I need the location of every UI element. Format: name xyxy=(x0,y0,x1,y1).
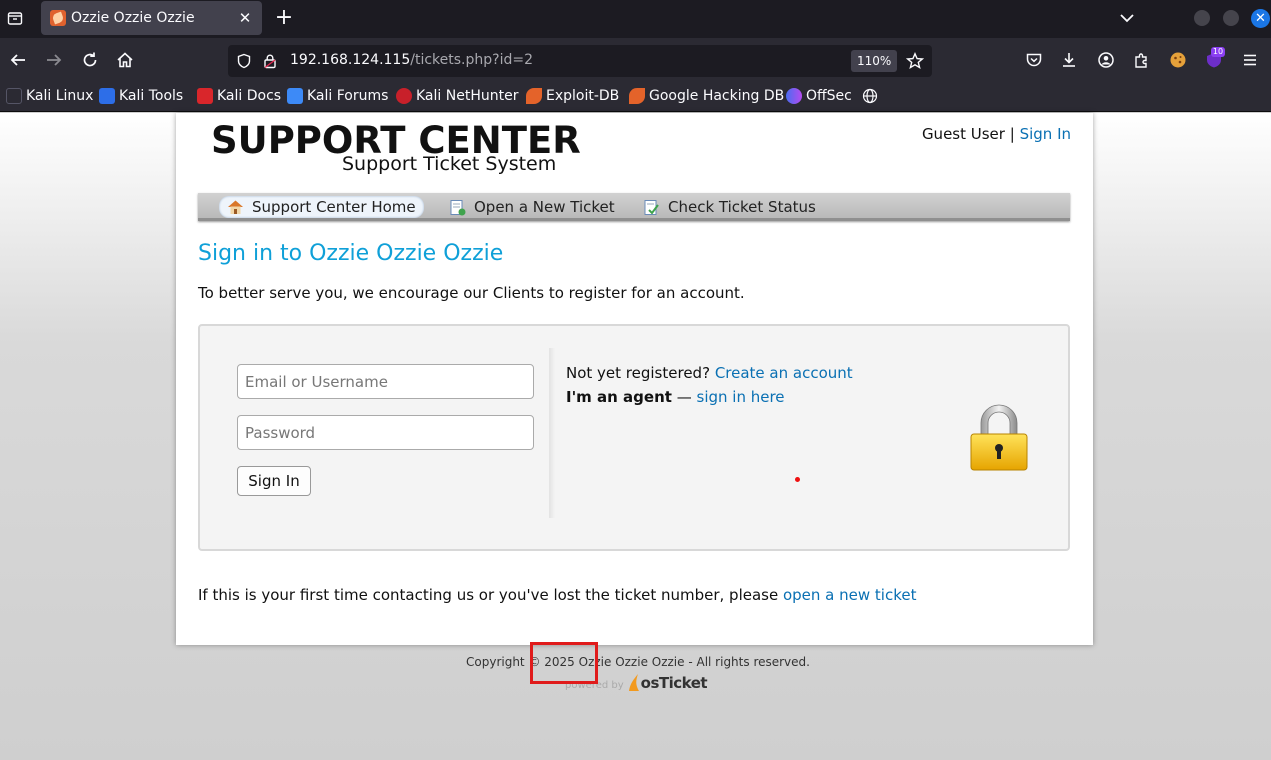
open-new-ticket-link[interactable]: open a new ticket xyxy=(783,586,917,604)
minimize-window-icon[interactable] xyxy=(1194,10,1210,26)
close-window-icon[interactable]: ✕ xyxy=(1251,9,1270,28)
sign-in-button[interactable]: Sign In xyxy=(237,466,311,496)
tab-bar: Ozzie Ozzie Ozzie ✕ + ✕ xyxy=(0,0,1271,38)
user-info: Guest User | Sign In xyxy=(922,125,1071,143)
extension-count-badge: 10 xyxy=(1211,47,1225,57)
url-host: 192.168.124.115 xyxy=(290,52,411,68)
new-ticket-icon xyxy=(450,199,466,215)
close-tab-icon[interactable]: ✕ xyxy=(236,9,254,27)
nav-open-new-ticket[interactable]: Open a New Ticket xyxy=(441,196,623,218)
hamburger-menu-icon[interactable] xyxy=(1240,50,1260,70)
page-container: SUPPORT CENTER Support Ticket System Gue… xyxy=(176,113,1093,645)
chevron-down-icon[interactable] xyxy=(1117,8,1137,28)
page-viewport: SUPPORT CENTER Support Ticket System Gue… xyxy=(0,113,1271,760)
create-account-link[interactable]: Create an account xyxy=(715,364,853,382)
intro-text: To better serve you, we encourage our Cl… xyxy=(198,284,745,302)
forward-icon[interactable] xyxy=(44,50,64,70)
first-time-note: If this is your first time contacting us… xyxy=(198,586,917,604)
bookmark-kali-forums[interactable]: Kali Forums xyxy=(287,88,388,104)
divider xyxy=(549,348,555,518)
username-input[interactable] xyxy=(237,364,534,399)
bookmark-kali-linux[interactable]: Kali Linux xyxy=(6,88,93,104)
navigation-toolbar: 192.168.124.115/tickets.php?id=2 110% 10 xyxy=(0,38,1271,83)
main-nav: Support Center Home Open a New Ticket Ch… xyxy=(198,193,1070,221)
home-icon[interactable] xyxy=(115,50,135,70)
bookmark-globe[interactable] xyxy=(862,88,878,104)
agent-sign-in-link[interactable]: sign in here xyxy=(697,388,785,406)
separator: | xyxy=(1009,125,1015,143)
login-box: Sign In Not yet registered? Create an ac… xyxy=(198,324,1070,551)
agent-label: I'm an agent xyxy=(566,388,672,406)
bookmark-offsec[interactable]: OffSec xyxy=(786,88,852,104)
address-bar[interactable]: 192.168.124.115/tickets.php?id=2 110% xyxy=(228,45,932,77)
globe-icon xyxy=(862,88,878,104)
ticket-status-icon xyxy=(644,199,659,215)
tab-title: Ozzie Ozzie Ozzie xyxy=(71,10,195,26)
guest-user-label: Guest User xyxy=(921,125,1005,143)
copyright-text: Copyright © 2025 Ozzie Ozzie Ozzie - All… xyxy=(466,655,810,669)
register-line: Not yet registered? Create an account xyxy=(566,364,853,382)
browser-tab[interactable]: Ozzie Ozzie Ozzie ✕ xyxy=(41,1,262,35)
reload-icon[interactable] xyxy=(80,50,100,70)
extensions-puzzle-icon[interactable] xyxy=(1132,50,1152,70)
bookmarks-toolbar: Kali Linux Kali Tools Kali Docs Kali For… xyxy=(0,83,1271,112)
ghdb-icon xyxy=(629,88,645,104)
url-path: /tickets.php?id=2 xyxy=(410,52,533,68)
tab-list-icon[interactable] xyxy=(4,7,26,29)
new-tab-icon[interactable]: + xyxy=(274,7,294,29)
lock-icon[interactable] xyxy=(260,51,280,71)
bookmark-exploit-db[interactable]: Exploit-DB xyxy=(526,88,619,104)
osticket-brand: osTicket xyxy=(640,674,708,692)
offsec-icon xyxy=(786,88,802,104)
cursor-marker xyxy=(795,477,800,482)
nav-check-ticket-status[interactable]: Check Ticket Status xyxy=(635,196,824,218)
downloads-icon[interactable] xyxy=(1059,50,1079,70)
maximize-window-icon[interactable] xyxy=(1223,10,1239,26)
exploit-db-icon xyxy=(526,88,542,104)
shield-icon[interactable] xyxy=(234,51,254,71)
pocket-icon[interactable] xyxy=(1024,50,1044,70)
nav-support-center-home[interactable]: Support Center Home xyxy=(219,196,424,218)
bookmark-star-icon[interactable] xyxy=(905,51,925,71)
header-sign-in-link[interactable]: Sign In xyxy=(1020,125,1071,143)
kangaroo-logo-icon xyxy=(628,674,639,691)
red-highlight-box xyxy=(530,642,598,684)
cookie-extension-icon[interactable] xyxy=(1168,50,1188,70)
page-title: Sign in to Ozzie Ozzie Ozzie xyxy=(198,241,504,266)
nethunter-icon xyxy=(396,88,412,104)
kali-forums-icon xyxy=(287,88,303,104)
padlock-icon xyxy=(970,404,1028,471)
bookmark-google-hacking-db[interactable]: Google Hacking DB xyxy=(629,88,784,104)
kali-tools-icon xyxy=(99,88,115,104)
url-text[interactable]: 192.168.124.115/tickets.php?id=2 xyxy=(290,52,533,68)
account-icon[interactable] xyxy=(1096,50,1116,70)
password-input[interactable] xyxy=(237,415,534,450)
kali-dragon-icon xyxy=(6,88,22,104)
logo-subtitle: Support Ticket System xyxy=(342,153,557,175)
kali-docs-icon xyxy=(197,88,213,104)
agent-line: I'm an agent — sign in here xyxy=(566,388,785,406)
bookmark-kali-nethunter[interactable]: Kali NetHunter xyxy=(396,88,518,104)
bookmark-kali-docs[interactable]: Kali Docs xyxy=(197,88,281,104)
bookmark-kali-tools[interactable]: Kali Tools xyxy=(99,88,183,104)
zoom-level-badge[interactable]: 110% xyxy=(851,50,898,72)
home-icon xyxy=(228,200,243,214)
osticket-favicon-icon xyxy=(50,10,66,26)
back-icon[interactable] xyxy=(8,50,28,70)
